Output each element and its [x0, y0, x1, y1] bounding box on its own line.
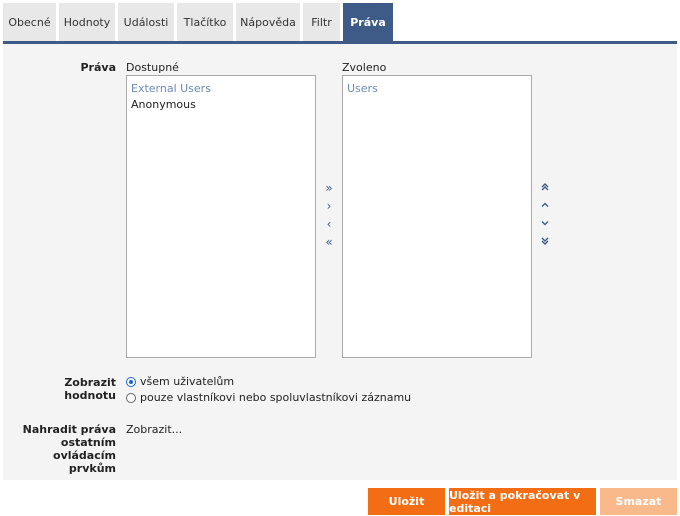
selected-list[interactable]: Users	[342, 75, 532, 358]
list-item[interactable]: Users	[347, 81, 527, 97]
add-icon[interactable]: ›	[322, 200, 336, 212]
move-down-icon[interactable]	[538, 218, 552, 230]
rights-label: Práva	[80, 61, 116, 74]
radio-unchecked-icon[interactable]	[126, 392, 136, 403]
available-header: Dostupné	[126, 61, 179, 74]
replace-rights-label: Nahradit práva ostatním ovládacím prvkům	[22, 423, 116, 475]
move-up-icon[interactable]	[538, 200, 552, 212]
save-continue-button[interactable]: Uložit a pokračovat v editaci	[449, 488, 596, 515]
radio-label: všem uživatelům	[140, 375, 235, 388]
delete-button[interactable]: Smazat	[600, 488, 677, 515]
tab-bar: Obecné Hodnoty Události Tlačítko Nápověd…	[3, 3, 396, 41]
tab-udalosti[interactable]: Události	[118, 3, 174, 41]
move-bottom-icon[interactable]	[538, 236, 552, 248]
tab-tlacitko[interactable]: Tlačítko	[177, 3, 233, 41]
show-link[interactable]: Zobrazit...	[126, 423, 182, 436]
radio-owner-only[interactable]: pouze vlastníkovi nebo spoluvlastníkovi …	[126, 391, 411, 404]
tab-hodnoty[interactable]: Hodnoty	[59, 3, 115, 41]
tab-napoveda[interactable]: Nápověda	[236, 3, 300, 41]
list-item[interactable]: Anonymous	[131, 97, 311, 113]
save-button[interactable]: Uložit	[368, 488, 445, 515]
show-value-label: Zobrazit hodnotu	[64, 376, 116, 402]
remove-icon[interactable]: ‹	[322, 218, 336, 230]
radio-all-users[interactable]: všem uživatelům	[126, 375, 234, 388]
form-panel	[3, 44, 677, 480]
add-all-icon[interactable]: »	[322, 182, 336, 194]
list-item[interactable]: External Users	[131, 81, 311, 97]
tab-prava[interactable]: Práva	[343, 3, 393, 41]
radio-label: pouze vlastníkovi nebo spoluvlastníkovi …	[140, 391, 412, 404]
tab-filtr[interactable]: Filtr	[303, 3, 340, 41]
available-list[interactable]: External Users Anonymous	[126, 75, 316, 358]
move-top-icon[interactable]	[538, 182, 552, 194]
selected-header: Zvoleno	[342, 61, 387, 74]
tab-obecne[interactable]: Obecné	[3, 3, 56, 41]
remove-all-icon[interactable]: «	[322, 236, 336, 248]
radio-checked-icon[interactable]	[126, 376, 136, 387]
